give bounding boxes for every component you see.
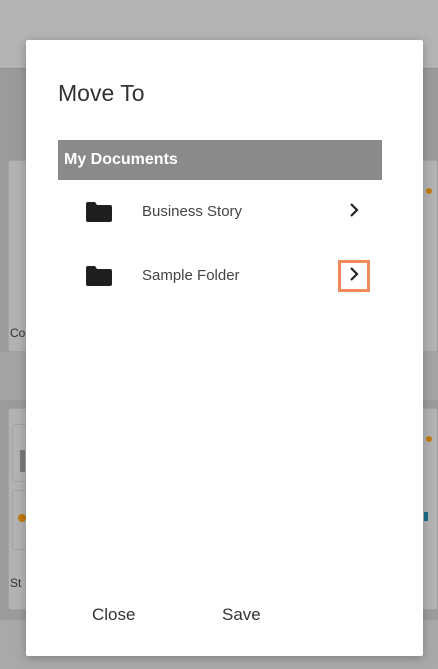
folder-icon: [86, 202, 112, 222]
chevron-right-icon: [348, 266, 360, 286]
root-folder-header[interactable]: My Documents: [58, 140, 382, 180]
background-tick: [424, 512, 428, 521]
open-folder-button[interactable]: [338, 260, 370, 292]
move-to-dialog: Move To My Documents Business Story Samp…: [26, 40, 423, 656]
folder-row-business-story[interactable]: Business Story: [58, 194, 382, 230]
background-label: Co: [10, 326, 26, 340]
save-button[interactable]: Save: [222, 605, 261, 625]
background-dot-3: [426, 436, 432, 442]
open-folder-button[interactable]: [338, 196, 370, 228]
background-dot-2: [426, 188, 432, 194]
folder-label: Business Story: [142, 203, 243, 220]
close-button[interactable]: Close: [92, 605, 135, 625]
background-dot: [18, 514, 26, 522]
dialog-title: Move To: [58, 80, 145, 106]
folder-label: Sample Folder: [142, 267, 240, 284]
background-bar: [20, 450, 25, 472]
background-label-2: St: [10, 576, 22, 590]
folder-icon: [86, 266, 112, 286]
folder-row-sample-folder[interactable]: Sample Folder: [58, 258, 382, 294]
chevron-right-icon: [348, 202, 360, 222]
